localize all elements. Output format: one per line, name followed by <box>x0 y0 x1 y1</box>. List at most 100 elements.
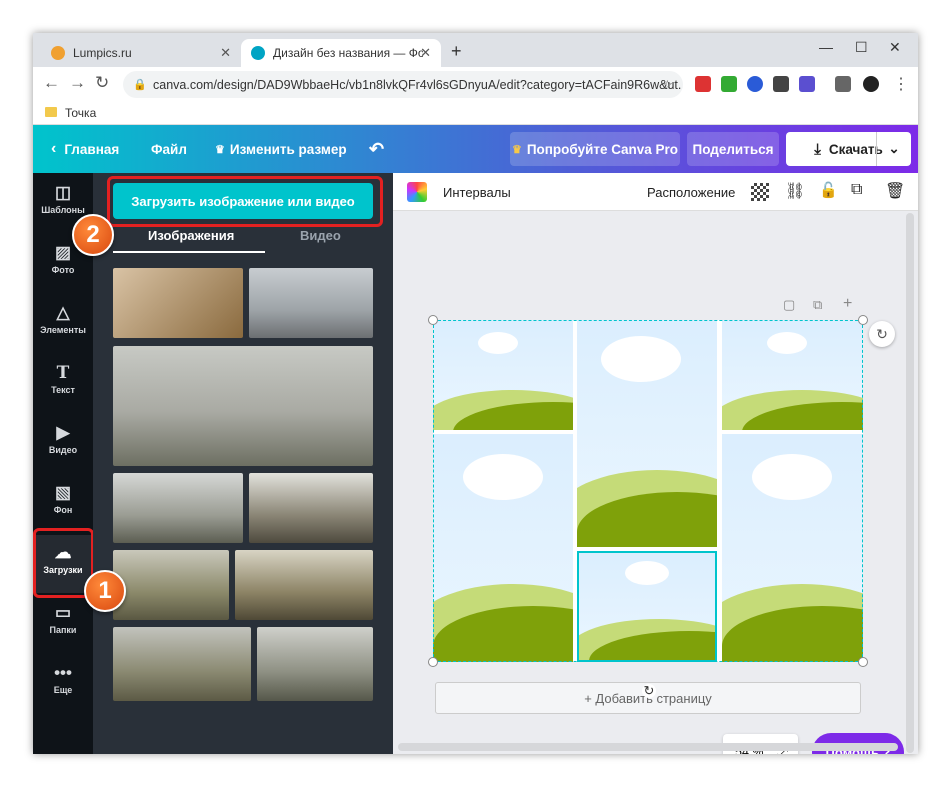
refresh-design-icon[interactable]: ↻ <box>869 321 895 347</box>
playlist-icon[interactable] <box>835 76 851 92</box>
folder-icon <box>45 107 57 117</box>
sidebar-item-label: Фон <box>53 505 73 515</box>
extension-icon[interactable] <box>695 76 711 92</box>
tab-lumpics[interactable]: Lumpics.ru ✕ <box>41 39 241 67</box>
elements-icon: △ <box>56 303 70 322</box>
extension-icon[interactable] <box>799 76 815 92</box>
sidebar-item-folders[interactable]: ▭ Папки <box>33 595 93 653</box>
resize-handle[interactable] <box>428 315 438 325</box>
uploads-panel: Загрузить изображение или видео Изображе… <box>93 173 393 754</box>
bookmark-tochka[interactable]: Точка <box>65 106 96 120</box>
crown-icon: ♛ <box>511 143 522 156</box>
file-menu-button[interactable]: Файл <box>151 125 187 173</box>
upload-button-highlight <box>107 176 383 227</box>
avatar[interactable] <box>863 76 879 92</box>
address-bar-row: ← → ↻ 🔒 canva.com/design/DAD9WbbaeHc/vb1… <box>33 67 918 101</box>
photo-collage-page[interactable] <box>428 315 868 667</box>
browser-window: Lumpics.ru ✕ Дизайн без названия — Фоток… <box>33 33 918 754</box>
star-icon[interactable]: ☆ <box>662 77 673 92</box>
home-button[interactable]: ‹ Главная <box>51 125 119 173</box>
sidebar-item-label: Текст <box>51 385 75 395</box>
tab-images[interactable]: Изображения <box>148 228 234 243</box>
tab-title: Дизайн без названия — Фотокол <box>273 46 423 60</box>
sidebar-item-elements[interactable]: △ Элементы <box>33 295 93 353</box>
link-icon[interactable]: ⛓ <box>785 181 805 201</box>
forward-icon[interactable]: → <box>69 73 86 93</box>
resize-button[interactable]: ♛ Изменить размер <box>215 125 347 173</box>
maximize-icon[interactable]: ☐ <box>855 39 868 56</box>
close-window-icon[interactable]: ✕ <box>889 39 901 56</box>
resize-handle[interactable] <box>428 657 438 667</box>
sidebar-item-label: Видео <box>48 445 78 455</box>
rotate-icon[interactable]: ↻ <box>642 684 656 698</box>
image-thumbnail[interactable] <box>249 473 373 543</box>
extension-globe-icon[interactable] <box>747 76 763 92</box>
bookmarks-bar: Точка <box>33 101 918 125</box>
active-tab-underline <box>113 251 265 253</box>
text-icon: T <box>56 363 70 383</box>
image-thumbnail[interactable] <box>113 627 251 701</box>
resize-label: Изменить размер <box>229 141 347 157</box>
reload-icon[interactable]: ↻ <box>95 73 109 93</box>
menu-dots-icon[interactable]: ⋮ <box>893 74 909 94</box>
tab-canva[interactable]: Дизайн без названия — Фотокол ✕ <box>241 39 441 67</box>
sidebar-item-text[interactable]: T Текст <box>33 355 93 413</box>
close-tab-icon[interactable]: ✕ <box>420 45 431 61</box>
video-icon: ▶ <box>56 423 70 442</box>
sidebar-item-label: Элементы <box>40 325 86 335</box>
add-page-icon[interactable]: + <box>843 295 852 313</box>
minimize-icon[interactable]: — <box>819 39 833 55</box>
sidebar-item-background[interactable]: ▧ Фон <box>33 475 93 533</box>
extension-check-icon[interactable] <box>721 76 737 92</box>
step-badge-1: 1 <box>84 570 126 612</box>
image-thumbnail[interactable] <box>249 268 373 338</box>
chevron-down-icon[interactable]: ⌄ <box>876 132 911 166</box>
home-label: Главная <box>64 141 120 157</box>
resize-handle[interactable] <box>858 657 868 667</box>
canva-header: ‹ Главная Файл ♛ Изменить размер ↶ ♛ Поп… <box>33 125 918 173</box>
tab-title: Lumpics.ru <box>73 46 132 60</box>
sidebar: ◫ Шаблоны ▨ Фото △ Элементы T Текст ▶ Видео ▧… <box>33 173 94 754</box>
image-thumbnail[interactable] <box>235 550 373 620</box>
note-icon[interactable]: ▢ <box>783 297 795 313</box>
vertical-scrollbar[interactable] <box>906 213 914 753</box>
close-tab-icon[interactable]: ✕ <box>220 45 231 61</box>
tab-strip: Lumpics.ru ✕ Дизайн без названия — Фоток… <box>33 33 918 67</box>
url-text: canva.com/design/DAD9WbbaeHc/vb1n8lvkQFr… <box>153 77 683 92</box>
share-button[interactable]: Поделиться <box>687 132 779 166</box>
resize-handle[interactable] <box>858 315 868 325</box>
copy-page-icon[interactable]: ⧉ <box>813 297 822 313</box>
image-thumbnail[interactable] <box>113 550 229 620</box>
back-icon[interactable]: ← <box>43 73 60 93</box>
url-input[interactable]: 🔒 canva.com/design/DAD9WbbaeHc/vb1n8lvkQ… <box>123 71 683 98</box>
horizontal-scrollbar[interactable] <box>398 743 898 751</box>
spacing-button[interactable]: Интервалы <box>443 185 511 200</box>
lumpics-favicon-icon <box>51 46 65 60</box>
download-button[interactable]: ⤓ Скачать ⌄ <box>786 132 911 166</box>
image-thumbnail[interactable] <box>113 346 373 466</box>
image-thumbnail[interactable] <box>113 268 243 338</box>
trash-icon[interactable]: 🗑 <box>885 181 905 201</box>
sidebar-item-video[interactable]: ▶ Видео <box>33 415 93 473</box>
sidebar-item-more[interactable]: ••• Еще <box>33 655 93 713</box>
transparency-icon[interactable] <box>751 183 769 201</box>
folder-icon: ▭ <box>54 603 72 622</box>
extension-cube-icon[interactable] <box>773 76 789 92</box>
lock-icon[interactable]: 🔓 <box>819 181 838 199</box>
sidebar-item-label: Папки <box>49 625 77 635</box>
duplicate-icon[interactable]: ⧉ <box>851 181 862 199</box>
color-palette-icon[interactable] <box>407 182 427 202</box>
arrange-button[interactable]: Расположение <box>647 185 735 200</box>
layout-icon: ◫ <box>54 183 72 202</box>
canvas-area: Интервалы Расположение ⛓ 🔓 ⧉ 🗑 ▢ ⧉ + ↻ +… <box>393 173 918 754</box>
undo-icon[interactable]: ↶ <box>369 125 384 173</box>
tab-video[interactable]: Видео <box>300 228 341 243</box>
sidebar-item-label: Еще <box>53 685 73 695</box>
new-tab-button[interactable]: + <box>451 41 462 62</box>
try-pro-button[interactable]: ♛ Попробуйте Canva Pro <box>510 132 680 166</box>
image-thumbnail[interactable] <box>113 473 243 543</box>
image-thumbnail[interactable] <box>257 627 373 701</box>
background-icon: ▧ <box>54 483 72 502</box>
try-pro-label: Попробуйте Canva Pro <box>526 141 679 157</box>
more-icon: ••• <box>54 663 72 682</box>
